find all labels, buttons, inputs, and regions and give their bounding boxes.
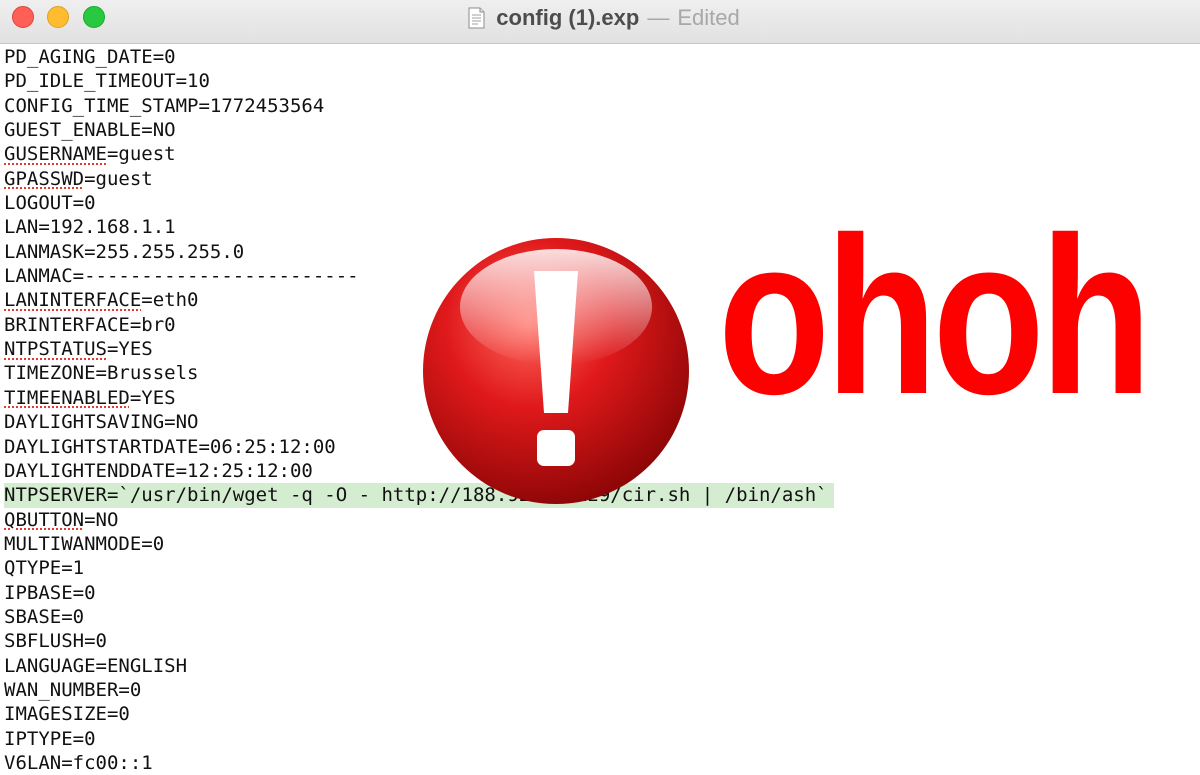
text-line[interactable]: LOGOUT=0 (4, 191, 834, 215)
text-line[interactable]: QBUTTON=NO (4, 508, 834, 532)
text-line[interactable]: LAN=192.168.1.1 (4, 215, 834, 239)
edited-status: Edited (677, 5, 740, 30)
text-line[interactable]: LANMASK=255.255.255.0 (4, 240, 834, 264)
text-line[interactable]: TIMEENABLED=YES (4, 386, 834, 410)
text-line[interactable]: GUEST_ENABLE=NO (4, 118, 834, 142)
text-line[interactable]: SBASE=0 (4, 605, 834, 629)
text-editor-window: config (1).exp — Edited PD_AGING_DATE=0 P… (0, 0, 1200, 775)
text-line[interactable]: V6LAN=fc00::1 (4, 751, 834, 775)
text-line[interactable]: DAYLIGHTSTARTDATE=06:25:12:00 (4, 435, 834, 459)
title-separator: — (647, 5, 670, 30)
text-line[interactable]: LANINTERFACE=eth0 (4, 288, 834, 312)
text-line[interactable]: GUSERNAME=guest (4, 142, 834, 166)
text-line[interactable]: LANMAC=------------------------ (4, 264, 834, 288)
text-line[interactable]: DAYLIGHTENDDATE=12:25:12:00 (4, 459, 834, 483)
exclamation-alert-icon (423, 238, 689, 504)
window-title: config (1).exp — Edited (0, 0, 1200, 36)
ohoh-overlay-text: ohoh (718, 191, 1152, 441)
text-line[interactable]: PD_AGING_DATE=0 (4, 45, 834, 69)
text-line[interactable]: LANGUAGE=ENGLISH (4, 654, 834, 678)
text-line[interactable]: QTYPE=1 (4, 556, 834, 580)
text-line[interactable]: BRINTERFACE=br0 (4, 313, 834, 337)
file-content[interactable]: PD_AGING_DATE=0 PD_IDLE_TIMEOUT=10 CONFIG_… (4, 45, 834, 775)
document-icon[interactable] (468, 7, 485, 29)
text-editor-area[interactable]: PD_AGING_DATE=0 PD_IDLE_TIMEOUT=10 CONFIG_… (0, 44, 1200, 775)
text-line[interactable]: DAYLIGHTSAVING=NO (4, 410, 834, 434)
text-line[interactable]: GPASSWD=guest (4, 167, 834, 191)
text-line[interactable]: NTPSTATUS=YES (4, 337, 834, 361)
text-line[interactable]: MULTIWANMODE=0 (4, 532, 834, 556)
title-bar[interactable]: config (1).exp — Edited (0, 0, 1200, 44)
text-line[interactable]: WAN_NUMBER=0 (4, 678, 834, 702)
text-line[interactable]: SBFLUSH=0 (4, 629, 834, 653)
file-name: config (1).exp (496, 5, 640, 30)
text-line[interactable]: IMAGESIZE=0 (4, 702, 834, 726)
text-line[interactable]: PD_IDLE_TIMEOUT=10 (4, 69, 834, 93)
text-line[interactable]: IPTYPE=0 (4, 727, 834, 751)
text-line[interactable]: TIMEZONE=Brussels (4, 361, 834, 385)
text-line[interactable]: CONFIG_TIME_STAMP=1772453564 (4, 94, 834, 118)
text-line[interactable]: IPBASE=0 (4, 581, 834, 605)
highlighted-line[interactable]: NTPSERVER=`/usr/bin/wget -q -O - http://… (4, 483, 834, 508)
